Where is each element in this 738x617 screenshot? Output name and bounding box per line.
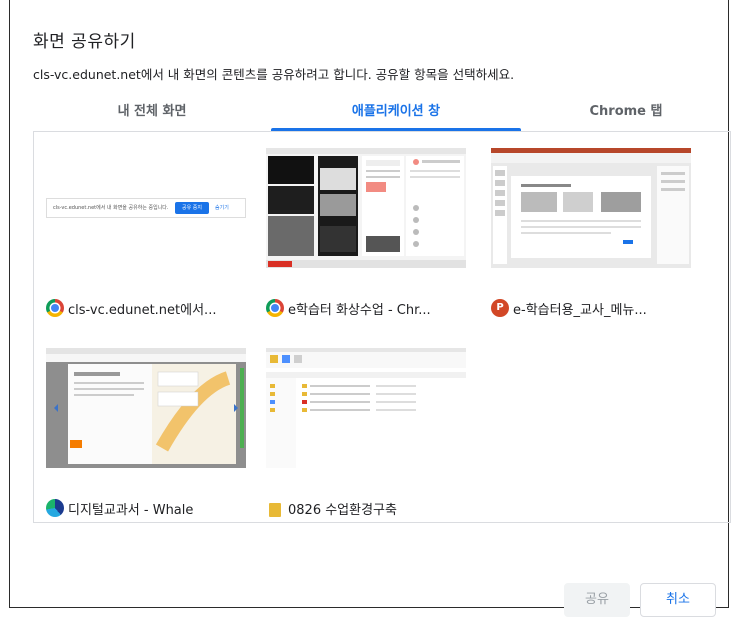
cancel-button[interactable]: 취소 [640, 583, 716, 617]
window-tile-share-notice[interactable]: cls-vc.edunet.net에서 내 화면을 공유하는 중입니다. 공유 … [46, 148, 246, 320]
window-tile-elearning[interactable]: e학습터 화상수업 - Chr... [266, 148, 466, 320]
chrome-icon [266, 299, 284, 317]
window-tile-folder[interactable]: 0826 수업환경구축 [266, 348, 466, 520]
window-title: cls-vc.edunet.net에서... [68, 302, 217, 318]
share-notice-bar: cls-vc.edunet.net에서 내 화면을 공유하는 중입니다. 공유 … [46, 198, 246, 218]
share-button[interactable]: 공유 [564, 583, 630, 617]
window-tile-whale[interactable]: 디지털교과서 - Whale [46, 348, 246, 520]
window-thumbnail [266, 348, 466, 468]
share-screen-dialog: 화면 공유하기 cls-vc.edunet.net에서 내 화면의 콘텐츠를 공… [9, 0, 731, 617]
window-title: 디지털교과서 - Whale [68, 502, 194, 518]
window-label: cls-vc.edunet.net에서... [46, 298, 256, 318]
tab-application-window[interactable]: 애플리케이션 창 [271, 93, 521, 131]
window-title: e-학습터용_교사_메뉴... [513, 302, 647, 318]
powerpoint-icon: P [491, 299, 509, 317]
tab-chrome-tab[interactable]: Chrome 탭 [521, 93, 731, 131]
window-thumbnail: cls-vc.edunet.net에서 내 화면을 공유하는 중입니다. 공유 … [46, 148, 246, 268]
window-label: 디지털교과서 - Whale [46, 498, 256, 518]
window-list: cls-vc.edunet.net에서 내 화면을 공유하는 중입니다. 공유 … [33, 131, 731, 523]
stop-sharing-preview-button: 공유 중지 [175, 202, 209, 214]
whale-icon [46, 499, 64, 517]
window-title: 0826 수업환경구축 [288, 502, 397, 518]
window-title: e학습터 화상수업 - Chr... [288, 302, 431, 318]
window-label: 0826 수업환경구축 [266, 498, 476, 518]
share-notice-text: cls-vc.edunet.net에서 내 화면을 공유하는 중입니다. [53, 205, 169, 211]
window-thumbnail [46, 348, 246, 468]
hide-preview-link: 숨기기 [215, 205, 229, 211]
window-label: P e-학습터용_교사_메뉴... [491, 298, 701, 318]
window-thumbnail [491, 148, 691, 268]
folder-icon [266, 499, 284, 517]
window-tile-powerpoint[interactable]: P e-학습터용_교사_메뉴... [491, 148, 691, 320]
dialog-title: 화면 공유하기 [33, 32, 136, 52]
source-tabs: 내 전체 화면 애플리케이션 창 Chrome 탭 [33, 93, 731, 131]
window-label: e학습터 화상수업 - Chr... [266, 298, 476, 318]
chrome-icon [46, 299, 64, 317]
tab-entire-screen[interactable]: 내 전체 화면 [33, 93, 271, 131]
window-thumbnail [266, 148, 466, 268]
dialog-subtitle: cls-vc.edunet.net에서 내 화면의 콘텐츠를 공유하려고 합니다… [33, 67, 515, 82]
